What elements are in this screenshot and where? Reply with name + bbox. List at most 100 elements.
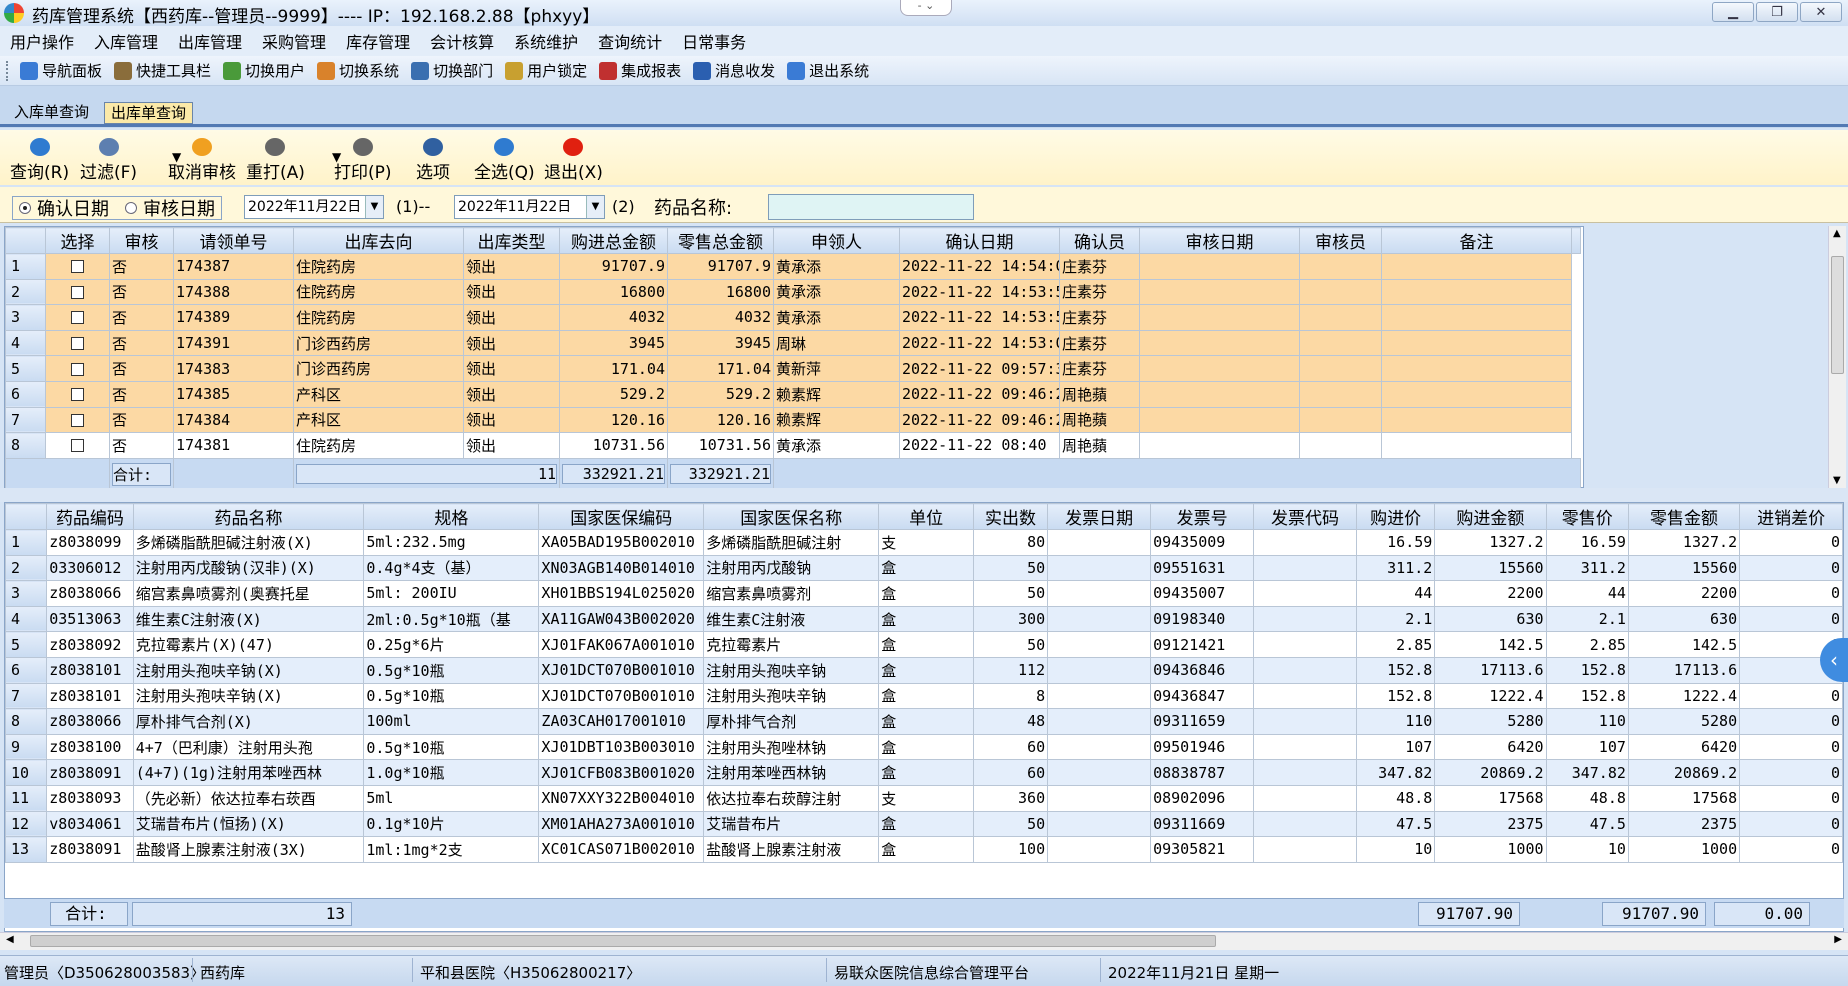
table-row[interactable]: 1 z8038099 多烯磷脂酰胆碱注射液(X) 5ml:232.5mg XA05BAD… [5,529,1843,556]
column-header[interactable]: 国家医保名称 [703,503,880,530]
column-header[interactable]: 确认员 [1059,227,1140,254]
column-header[interactable]: 进销差价 [1739,503,1843,530]
command-button-0[interactable]: 查询(R) [10,138,69,183]
row-checkbox[interactable] [71,388,84,402]
restore-button[interactable]: ❐ [1756,2,1798,22]
scrollbar-thumb[interactable] [30,935,1216,947]
column-header[interactable]: 审核日期 [1139,227,1300,254]
column-header[interactable]: 审核 [109,227,174,254]
column-header[interactable]: 单位 [878,503,974,530]
column-header[interactable]: 选择 [45,227,110,254]
column-header[interactable]: 零售金额 [1627,503,1741,530]
table-row[interactable]: 6 否 174385 产科区 领出 529.2 529.2 赖素辉 2022-11-22 09:… [5,380,1581,408]
column-header[interactable]: 出库去向 [293,227,464,254]
toolbar-button-8[interactable]: 退出系统 [781,60,875,81]
chevron-down-icon[interactable]: ▼ [365,196,383,218]
command-button-3[interactable]: 重打(A) [246,138,305,183]
close-button[interactable]: ✕ [1800,2,1842,22]
table-row[interactable]: 1 否 174387 住院药房 领出 91707.9 91707.9 黄承添 2022-11-2… [5,253,1581,280]
radio-audit-date[interactable] [125,202,137,214]
row-checkbox[interactable] [71,337,84,351]
table-row[interactable]: 12 v8034061 艾瑞昔布片(恒扬)(X) 0.1g*10片 XM01AHA273… [5,810,1843,838]
select-cell[interactable] [45,406,110,434]
row-checkbox[interactable] [71,362,84,376]
menu-item-0[interactable]: 用户操作 [0,29,84,53]
column-header[interactable]: 规格 [363,503,540,530]
scrollbar-thumb[interactable] [1831,256,1844,374]
column-header[interactable]: 零售总金额 [667,227,774,254]
column-header[interactable]: 药品名称 [132,503,365,530]
command-button-6[interactable]: 全选(Q) [474,138,535,183]
menu-item-5[interactable]: 会计核算 [420,29,504,53]
toolbar-button-4[interactable]: 切换部门 [405,60,499,81]
pane-splitter[interactable] [0,488,1848,502]
column-header[interactable]: 购进金额 [1434,503,1547,530]
toolbar-button-0[interactable]: 导航面板 [14,60,108,81]
start-date-picker[interactable]: 2022年11月22日 ▼ [244,195,384,219]
column-header[interactable]: 备注 [1381,227,1572,254]
column-header[interactable]: 药品编码 [46,503,134,530]
drug-name-input[interactable] [768,194,974,220]
column-header[interactable]: 购进价 [1356,503,1436,530]
table-row[interactable]: 6 z8038101 注射用头孢呋辛钠(X) 0.5g*10瓶 XJ01DCT070B0… [5,656,1843,684]
column-header[interactable]: 出库类型 [463,227,560,254]
toolbar-button-6[interactable]: 集成报表 [593,60,687,81]
table-row[interactable]: 9 z8038100 4+7（巴利康）注射用头孢 0.5g*10瓶 XJ01DBT103… [5,733,1843,761]
row-checkbox[interactable] [71,413,84,427]
table-row[interactable]: 8 否 174381 住院药房 领出 10731.56 10731.56 黄承添 2022-11… [5,432,1581,459]
menu-item-3[interactable]: 采购管理 [252,29,336,53]
scroll-up-icon[interactable]: ▲ [1833,228,1841,239]
scroll-down-icon[interactable]: ▼ [1833,475,1841,486]
toolbar-button-1[interactable]: 快捷工具栏 [108,60,217,81]
table-row[interactable]: 5 z8038092 克拉霉素片(X)(47) 0.25g*6片 XJ01FAK067A… [5,631,1843,658]
table-row[interactable]: 10 z8038091 (4+7)(1g)注射用苯唑西林 1.0g*10瓶 XJ01CF… [5,759,1843,786]
menu-item-4[interactable]: 库存管理 [336,29,420,53]
end-date-picker[interactable]: 2022年11月22日 ▼ [454,195,605,219]
table-row[interactable]: 3 z8038066 缩宫素鼻喷雾剂(奥赛托星 5ml: 200IU XH01BBS19… [5,580,1843,607]
table-row[interactable]: 5 否 174383 门诊西药房 领出 171.04 171.04 黄新萍 2022-11-22… [5,355,1581,382]
row-checkbox[interactable] [71,311,84,325]
select-cell[interactable] [45,278,110,306]
menu-item-2[interactable]: 出库管理 [168,29,252,53]
column-header[interactable]: 审核员 [1299,227,1382,254]
table-row[interactable]: 4 否 174391 门诊西药房 领出 3945 3945 周琳 2022-11-22 14:5… [5,329,1581,357]
tab-inbound-query[interactable]: 入库单查询 [8,102,95,124]
dropdown-arrow-icon[interactable]: ▼ [172,150,181,164]
table-row[interactable]: 2 否 174388 住院药房 领出 16800 16800 黄承添 2022-11-22 14… [5,278,1581,306]
command-button-1[interactable]: 过滤(F) [80,138,137,183]
column-header[interactable]: 发票代码 [1253,503,1358,530]
menu-item-6[interactable]: 系统维护 [504,29,588,53]
select-cell[interactable] [45,329,110,357]
tab-outbound-query[interactable]: 出库单查询 [104,102,194,124]
command-button-5[interactable]: 选项 [416,138,450,183]
table-row[interactable]: 4 03513063 维生素C注射液(X) 2ml:0.5g*10瓶（基 XA11GAW… [5,605,1843,633]
chevron-down-icon[interactable]: ▼ [586,196,604,218]
row-checkbox[interactable] [71,260,84,274]
column-header[interactable]: 零售价 [1545,503,1629,530]
toolbar-button-5[interactable]: 用户锁定 [499,60,593,81]
select-cell[interactable] [45,380,110,408]
scroll-right-icon[interactable]: ▶ [1834,934,1842,945]
column-header[interactable]: 实出数 [972,503,1049,530]
table-row[interactable]: 8 z8038066 厚朴排气合剂(X) 100ml ZA03CAH017001010 厚… [5,708,1843,735]
minimize-button[interactable]: ▁ [1712,2,1754,22]
column-header[interactable]: 申领人 [773,227,900,254]
toolbar-button-3[interactable]: 切换系统 [311,60,405,81]
toolbar-grip[interactable] [6,60,10,81]
vertical-scrollbar[interactable]: ▲ ▼ [1828,226,1846,488]
radio-confirm-date[interactable] [19,202,31,214]
row-checkbox[interactable] [71,439,84,453]
column-header[interactable]: 加成 [1842,503,1843,530]
command-button-4[interactable]: 打印(P) [334,138,392,183]
command-button-7[interactable]: 退出(X) [544,138,603,183]
column-header[interactable]: 购进总金额 [559,227,668,254]
table-row[interactable]: 13 z8038091 盐酸肾上腺素注射液(3X) 1ml:1mg*2支 XC01CAS… [5,836,1843,863]
select-cell[interactable] [45,304,110,331]
collapse-tab[interactable]: - ⌄ [900,0,952,16]
dropdown-arrow-icon[interactable]: ▼ [332,150,341,164]
select-cell[interactable] [45,253,110,280]
menu-item-8[interactable]: 日常事务 [672,29,756,53]
table-row[interactable]: 3 否 174389 住院药房 领出 4032 4032 黄承添 2022-11-22 14:5… [5,304,1581,331]
column-header[interactable]: 发票号 [1150,503,1255,530]
menu-item-7[interactable]: 查询统计 [588,29,672,53]
